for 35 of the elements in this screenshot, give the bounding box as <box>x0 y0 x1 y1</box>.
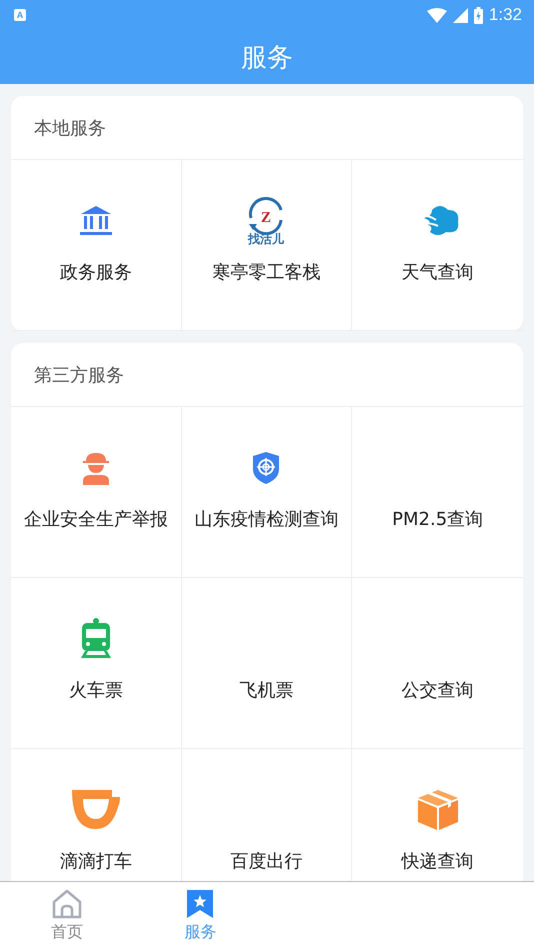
home-icon <box>50 889 83 919</box>
service-label: 寒亭零工客栈 <box>212 261 320 284</box>
service-label: 公交查询 <box>402 679 474 702</box>
service-item[interactable]: 企业安全生产举报 <box>11 407 182 578</box>
service-item[interactable]: 火车票 <box>11 578 182 749</box>
worker-icon <box>80 451 111 485</box>
service-label: 天气查询 <box>402 261 474 284</box>
service-label: 政务服务 <box>60 261 132 284</box>
service-item[interactable]: 山东疫情检测查询 <box>182 407 352 578</box>
battery-icon <box>474 6 483 24</box>
service-label: 快递查询 <box>402 850 474 873</box>
service-label: PM2.5查询 <box>392 508 484 531</box>
service-item[interactable]: 政务服务 <box>11 160 182 331</box>
section-title: 第三方服务 <box>34 364 124 386</box>
train-icon <box>78 618 113 660</box>
page-title: 服务 <box>241 42 293 74</box>
section-title: 本地服务 <box>34 116 106 140</box>
service-item[interactable]: 公交查询 <box>352 578 523 749</box>
notification-icon: A <box>14 9 26 21</box>
shield-icon <box>251 451 282 485</box>
service-label: 火车票 <box>68 679 123 702</box>
service-label: 飞机票 <box>239 679 294 702</box>
signal-icon <box>452 8 468 22</box>
wifi-icon <box>426 8 447 22</box>
service-item[interactable]: 天气查询 <box>352 160 523 331</box>
clock-time: 1:32 <box>488 5 522 25</box>
bank-icon <box>78 204 114 238</box>
service-item[interactable]: 飞机票 <box>182 578 352 749</box>
nav-tab[interactable]: 首页 <box>0 882 134 950</box>
bookmark-star-icon <box>186 889 214 919</box>
service-label: 百度出行 <box>230 850 302 873</box>
service-label: 滴滴打车 <box>60 850 132 873</box>
service-item[interactable]: PM2.5查询 <box>352 407 523 578</box>
service-label: 山东疫情检测查询 <box>194 508 338 531</box>
service-label: 企业安全生产举报 <box>24 508 168 531</box>
